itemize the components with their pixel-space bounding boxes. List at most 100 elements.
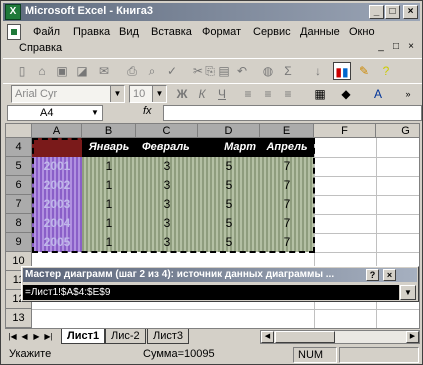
column-header[interactable]: F	[314, 124, 376, 138]
chevron-down-icon[interactable]: ▼	[110, 86, 124, 102]
align-left-icon[interactable]: ≡	[239, 85, 257, 103]
paste-icon[interactable]: ▤	[215, 62, 233, 80]
dialog-close-button[interactable]: ×	[383, 269, 396, 281]
title-bar: X Microsoft Excel - Книга3 _ □ ×	[3, 3, 420, 21]
menu-window[interactable]: Окно	[349, 26, 375, 38]
row-header[interactable]: 13	[6, 309, 32, 328]
menu-edit[interactable]: Правка	[73, 26, 110, 38]
help-icon[interactable]: ?	[377, 62, 395, 80]
column-header[interactable]: G	[376, 124, 419, 138]
chart-wizard-icon[interactable]: ▮▮	[333, 62, 351, 80]
tab-sheet2[interactable]: Лис-2	[105, 329, 146, 344]
last-sheet-icon[interactable]: ▶|	[43, 331, 54, 343]
font-size-value: 10	[133, 88, 146, 100]
font-size-combo[interactable]: 10 ▼	[129, 85, 167, 103]
prev-sheet-icon[interactable]: ◀	[19, 331, 30, 343]
first-sheet-icon[interactable]: |◀	[7, 331, 18, 343]
tab-sheet3[interactable]: Лист3	[147, 329, 190, 344]
expand-dialog-button[interactable]: ▼	[400, 285, 416, 300]
align-center-icon[interactable]: ≡	[259, 85, 277, 103]
status-sum: Сумма=10095	[143, 348, 215, 360]
menu-view[interactable]: Вид	[119, 26, 139, 38]
chevron-down-icon[interactable]: ▼	[88, 106, 102, 120]
selection-marquee	[32, 138, 315, 253]
sort-icon[interactable]: ↓	[309, 62, 327, 80]
gridline	[314, 157, 419, 158]
print-icon[interactable]: ⎙	[123, 62, 141, 80]
email-icon[interactable]: ✉	[95, 62, 113, 80]
spelling-icon[interactable]: ✓	[163, 62, 181, 80]
permission-icon[interactable]: ◪	[73, 62, 91, 80]
maximize-button[interactable]: □	[385, 5, 400, 19]
menu-insert[interactable]: Вставка	[151, 26, 192, 38]
menu-help[interactable]: Справка	[19, 42, 62, 54]
scroll-right-icon[interactable]: ▶	[406, 331, 419, 343]
gridline	[314, 176, 419, 177]
scroll-thumb[interactable]	[275, 331, 335, 343]
excel-app-icon[interactable]: X	[5, 4, 21, 20]
gridline	[314, 252, 419, 253]
row-header[interactable]: 7	[6, 195, 32, 214]
row-header[interactable]: 4	[6, 138, 32, 157]
status-num: NUM	[298, 349, 324, 361]
chevron-down-icon[interactable]: ▼	[152, 86, 166, 102]
fill-color-icon[interactable]: ◆	[337, 85, 355, 103]
row-header[interactable]: 6	[6, 176, 32, 195]
drawing-icon[interactable]: ✎	[355, 62, 373, 80]
doc-close-button[interactable]: ×	[405, 41, 417, 53]
select-all-corner[interactable]	[6, 124, 32, 138]
chart-wizard-dialog: Мастер диаграмм (шаг 2 из 4): источник д…	[21, 266, 419, 302]
gridline	[314, 195, 419, 196]
doc-minimize-button[interactable]: _	[375, 41, 387, 53]
font-name-combo[interactable]: Arial Cyr ▼	[11, 85, 125, 103]
print-preview-icon[interactable]: ⌕	[143, 62, 161, 80]
column-header[interactable]: B	[82, 124, 136, 138]
font-color-icon[interactable]: A	[369, 85, 387, 103]
close-button[interactable]: ×	[403, 5, 418, 19]
new-icon[interactable]: ▯	[13, 62, 31, 80]
menu-format[interactable]: Формат	[202, 26, 241, 38]
open-icon[interactable]: ⌂	[33, 62, 51, 80]
horizontal-scrollbar[interactable]: ◀ ▶	[260, 330, 420, 344]
menu-tools[interactable]: Сервис	[253, 26, 291, 38]
bold-button[interactable]: Ж	[173, 85, 191, 103]
function-icon[interactable]: fx	[143, 105, 152, 117]
row-header[interactable]: 5	[6, 157, 32, 176]
hyperlink-icon[interactable]: ◍	[259, 62, 277, 80]
save-icon[interactable]: ▣	[53, 62, 71, 80]
formula-input[interactable]	[163, 105, 422, 121]
underline-button[interactable]: Ч	[213, 85, 231, 103]
column-header[interactable]: A	[32, 124, 82, 138]
formatting-toolbar: Arial Cyr ▼ 10 ▼ Ж К Ч ≡ ≡ ≡ ▦ ◆ A »	[3, 82, 422, 106]
name-box[interactable]: A4 ▼	[7, 105, 103, 121]
tab-sheet1[interactable]: Лист1	[61, 329, 106, 344]
menu-file[interactable]: Файл	[33, 26, 60, 38]
doc-restore-button[interactable]: □	[390, 41, 402, 53]
excel-window: X Microsoft Excel - Книга3 _ □ × Файл Пр…	[0, 0, 423, 365]
workbook-icon[interactable]	[7, 24, 21, 40]
toolbar-options-icon[interactable]: »	[399, 85, 417, 103]
scroll-left-icon[interactable]: ◀	[261, 331, 274, 343]
undo-icon[interactable]: ↶	[233, 62, 251, 80]
borders-icon[interactable]: ▦	[311, 85, 329, 103]
status-mode: Укажите	[9, 348, 52, 360]
column-header[interactable]: C	[136, 124, 198, 138]
status-panel-empty	[339, 347, 419, 363]
autosum-icon[interactable]: Σ	[279, 62, 297, 80]
italic-button[interactable]: К	[193, 85, 211, 103]
window-title: Microsoft Excel - Книга3	[25, 5, 154, 17]
gridline	[314, 233, 419, 234]
menu-data[interactable]: Данные	[300, 26, 340, 38]
column-header[interactable]: E	[260, 124, 314, 138]
status-panel: NUM	[293, 347, 337, 363]
next-sheet-icon[interactable]: ▶	[31, 331, 42, 343]
align-right-icon[interactable]: ≡	[279, 85, 297, 103]
data-range-input[interactable]: =Лист1!$A$4:$E$9	[23, 285, 399, 300]
font-name-value: Arial Cyr	[15, 88, 58, 100]
dialog-title: Мастер диаграмм (шаг 2 из 4): источник д…	[23, 268, 417, 282]
column-header[interactable]: D	[198, 124, 260, 138]
minimize-button[interactable]: _	[369, 5, 384, 19]
row-header[interactable]: 8	[6, 214, 32, 233]
dialog-help-button[interactable]: ?	[366, 269, 379, 281]
row-header[interactable]: 9	[6, 233, 32, 252]
